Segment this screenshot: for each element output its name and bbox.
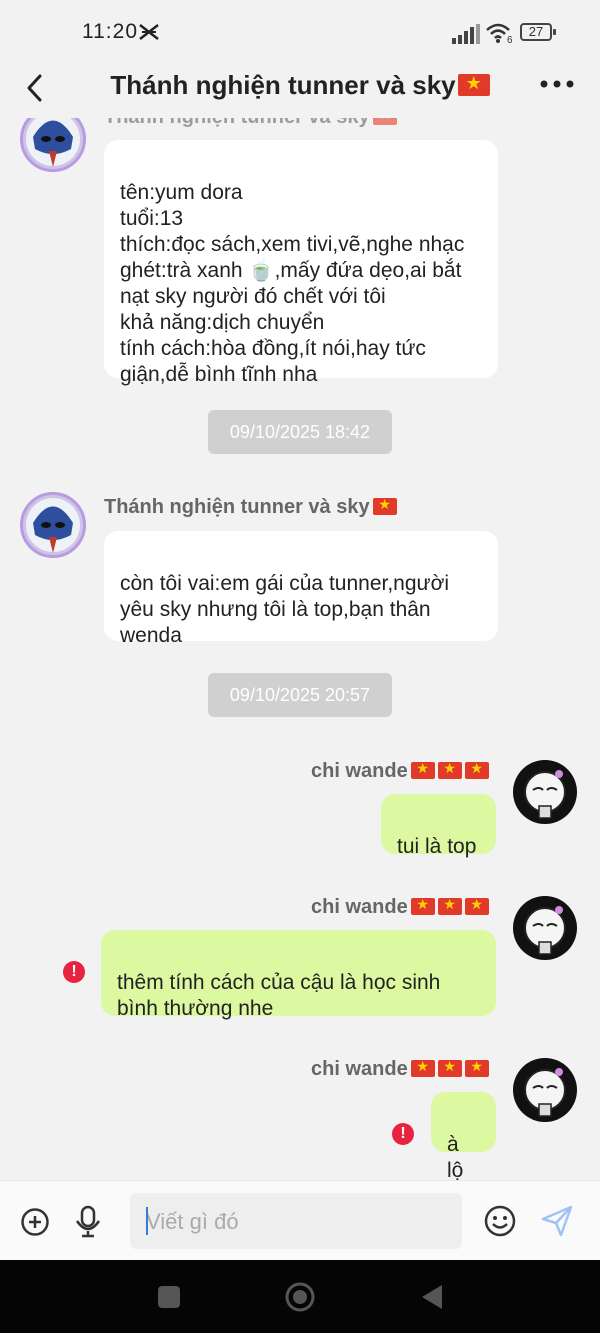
message-text: thêm tính cách của cậu là học sinh bình … [117,971,441,1020]
message-text: còn tôi vai:em gái của tunner,người yêu … [120,572,450,647]
microphone-icon[interactable] [74,1205,102,1239]
vietnam-flag-icon [372,496,397,515]
sender-name: chi wande [311,1058,489,1081]
vietnam-flag-icon [437,760,462,779]
message-bubble[interactable]: còn tôi vai:em gái của tunner,người yêu … [104,531,498,647]
status-time: 11:20 [82,20,138,43]
vietnam-flag-icon [464,1058,489,1077]
signal-icon [452,24,480,44]
text-cursor [146,1207,148,1235]
vietnam-flag-icon [372,118,397,125]
avatar-character-icon [26,498,80,553]
message-text: tên:yum dora tuổi:13 thích:đọc sách,xem … [120,181,465,386]
avatar[interactable] [513,1058,577,1122]
battery-icon: 27 [520,23,552,41]
message-input[interactable] [130,1193,448,1251]
wifi-icon: 6 [486,23,513,44]
message-text: tui là top [397,835,477,858]
message-bubble[interactable]: à lộ [431,1092,496,1180]
send-error-icon[interactable]: ! [63,961,85,983]
system-navigation-bar [0,1260,600,1333]
send-icon[interactable] [540,1204,574,1238]
vietnam-flag-icon [437,896,462,915]
vietnam-flag-icon [410,760,435,779]
add-circle-icon[interactable] [20,1207,50,1237]
sender-name: Thánh nghiện tunner và sky [104,496,397,519]
vietnam-flag-icon: ★ [457,73,490,96]
vietnam-flag-icon [464,760,489,779]
sender-name: Thánh nghiện tunner và sky [104,118,397,129]
timestamp-divider: 09/10/2025 18:42 [208,410,392,454]
message-input-box[interactable] [130,1193,462,1251]
battery-tip [553,29,556,35]
vietnam-flag-icon [464,896,489,915]
more-options-icon[interactable] [538,74,578,94]
avatar[interactable] [513,896,577,960]
back-button[interactable] [420,1283,444,1311]
battery-level: 27 [528,24,544,39]
screen-record-icon [139,24,159,40]
avatar[interactable] [20,118,86,172]
emoji-icon[interactable] [483,1204,517,1238]
send-error-icon[interactable]: ! [392,1123,414,1145]
sender-name: chi wande [311,760,489,783]
chat-header: Thánh nghiện tunner và sky ★ [0,62,600,118]
vietnam-flag-icon [410,1058,435,1077]
sender-name: chi wande [311,896,489,919]
avatar-character-icon [524,1068,566,1117]
avatar[interactable] [513,760,577,824]
chat-title: Thánh nghiện tunner và sky ★ [0,70,600,101]
vietnam-flag-icon [410,896,435,915]
vietnam-flag-icon [437,1058,462,1077]
avatar-character-icon [26,118,80,167]
avatar-character-icon [524,906,566,955]
message-bubble[interactable]: tên:yum dora tuổi:13 thích:đọc sách,xem … [104,140,498,386]
home-button[interactable] [284,1281,316,1313]
status-bar: 11:20 6 27 [0,0,600,62]
timestamp-divider: 09/10/2025 20:57 [208,673,392,717]
chat-title-text: Thánh nghiện tunner và sky [110,70,456,100]
message-text: à lộ [447,1133,464,1180]
recent-apps-button[interactable] [158,1286,180,1308]
svg-text:6: 6 [507,35,513,44]
message-list[interactable]: Thánh nghiện tunner và sky tên:yum dora … [0,118,600,1180]
avatar[interactable] [20,492,86,558]
message-bubble[interactable]: tui là top [381,794,496,858]
avatar-character-icon [524,770,566,819]
message-bubble[interactable]: thêm tính cách của cậu là học sinh bình … [101,930,496,1020]
composer-bar [0,1180,600,1261]
